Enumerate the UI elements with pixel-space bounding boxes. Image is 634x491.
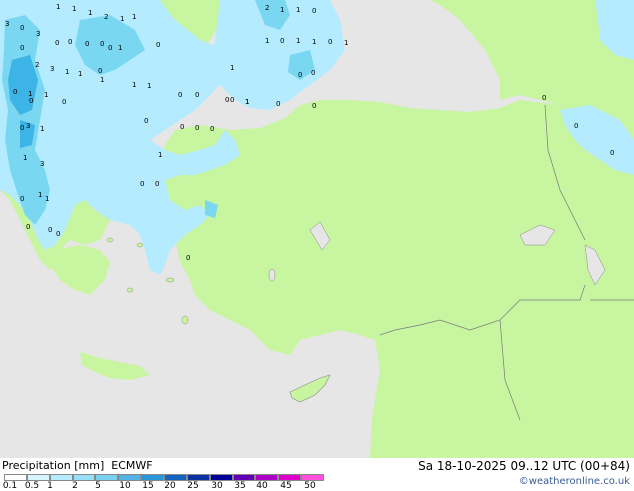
precip-value: 2 xyxy=(35,61,39,69)
precip-value: 2 xyxy=(265,4,269,12)
precip-value: 1 xyxy=(132,13,136,21)
scale-swatch xyxy=(278,474,302,481)
precip-value: 0 xyxy=(98,67,102,75)
scale-swatch xyxy=(255,474,279,481)
scale-swatch xyxy=(186,474,210,481)
precip-value: 1 xyxy=(344,39,348,47)
precip-value: 1 xyxy=(72,5,76,13)
precip-value: 0 xyxy=(20,24,24,32)
precip-value: 0 xyxy=(48,226,52,234)
precip-value: 0 xyxy=(230,96,234,104)
scale-swatch xyxy=(164,474,187,481)
scale-swatch xyxy=(49,474,73,481)
precip-value: 0 xyxy=(68,38,72,46)
precip-value: 0 xyxy=(13,88,17,96)
precip-value: 0 xyxy=(26,223,30,231)
precip-value: 1 xyxy=(88,9,92,17)
precip-value: 0 xyxy=(85,40,89,48)
scale-swatch xyxy=(95,474,119,481)
precip-value: 0 xyxy=(225,96,229,104)
precip-value: 3 xyxy=(5,20,9,28)
precip-value: 0 xyxy=(195,124,199,132)
scale-swatch xyxy=(141,474,164,481)
model-name: ECMWF xyxy=(111,459,153,472)
scale-swatch xyxy=(232,474,256,481)
precip-value: 0 xyxy=(178,91,182,99)
precip-value: 1 xyxy=(158,151,162,159)
precip-value: 1 xyxy=(296,6,300,14)
map-footer: Precipitation [mm] ECMWF Sa 18-10-2025 0… xyxy=(0,458,634,491)
precip-value: 0 xyxy=(100,40,104,48)
precip-value: 0 xyxy=(140,180,144,188)
precip-value: 3 xyxy=(26,122,30,130)
precip-value: 1 xyxy=(56,3,60,11)
precip-value: 0 xyxy=(144,117,148,125)
precip-value: 1 xyxy=(132,81,136,89)
precip-value: 1 xyxy=(40,125,44,133)
precip-value: 1 xyxy=(45,195,49,203)
title-text: Precipitation [mm] xyxy=(2,459,105,472)
precip-value: 0 xyxy=(298,71,302,79)
precip-value: 1 xyxy=(44,91,48,99)
precip-value: 0 xyxy=(210,125,214,133)
precip-value: 0 xyxy=(20,195,24,203)
precip-value: 0 xyxy=(328,38,332,46)
precip-value: 1 xyxy=(265,37,269,45)
precip-value: 0 xyxy=(186,254,190,262)
scale-swatch xyxy=(118,474,142,481)
precipitation-map: 31 1 112 1030 0 0 0 100 010 12 3 1 1 011 10 1 1000 130131… xyxy=(0,0,634,458)
precip-value: 0 xyxy=(312,102,316,110)
scale-swatch xyxy=(26,474,50,481)
precip-value: 1 xyxy=(296,37,300,45)
scale-swatch xyxy=(301,474,324,481)
scale-swatch xyxy=(72,474,96,481)
precip-value: 0 xyxy=(56,230,60,238)
precip-value: 0 xyxy=(311,69,315,77)
precip-color-scale xyxy=(4,474,324,481)
precip-value: 0 xyxy=(156,41,160,49)
precip-value: 0 xyxy=(180,123,184,131)
precip-value: 1 xyxy=(65,68,69,76)
precip-value: 2 xyxy=(104,13,108,21)
precip-value: 1 xyxy=(312,38,316,46)
precip-value: 1 xyxy=(120,15,124,23)
precip-value: 0 xyxy=(542,94,546,102)
precip-value: 0 xyxy=(610,149,614,157)
precip-value: 0 xyxy=(108,44,112,52)
map-title: Precipitation [mm] ECMWF xyxy=(2,459,153,472)
precip-value: 0 xyxy=(20,124,24,132)
precip-value: 0 xyxy=(20,44,24,52)
precip-value: 0 xyxy=(574,122,578,130)
precip-value: 1 xyxy=(100,76,104,84)
valid-datetime: Sa 18-10-2025 09..12 UTC (00+84) xyxy=(418,459,630,473)
precip-value: 1 xyxy=(118,44,122,52)
precip-value: 0 xyxy=(280,37,284,45)
precip-value: 0 xyxy=(195,91,199,99)
precip-value: 0 xyxy=(155,180,159,188)
precip-value: 3 xyxy=(36,30,40,38)
precip-value: 1 xyxy=(245,98,249,106)
precip-value: 1 xyxy=(38,191,42,199)
copyright-link[interactable]: ©weatheronline.co.uk xyxy=(519,476,630,487)
precip-value: 0 xyxy=(29,97,33,105)
scale-swatch xyxy=(4,474,27,481)
precip-value: 0 xyxy=(312,7,316,15)
precip-value: 0 xyxy=(55,39,59,47)
scale-swatch xyxy=(209,474,233,481)
precip-value: 3 xyxy=(50,65,54,73)
precip-value: 1 xyxy=(147,82,151,90)
precip-value: 0 xyxy=(276,100,280,108)
precip-value: 1 xyxy=(78,70,82,78)
precip-value: 1 xyxy=(230,64,234,72)
precip-value: 1 xyxy=(280,6,284,14)
precip-value: 1 xyxy=(23,154,27,162)
precip-value: 3 xyxy=(40,160,44,168)
precip-value: 0 xyxy=(62,98,66,106)
